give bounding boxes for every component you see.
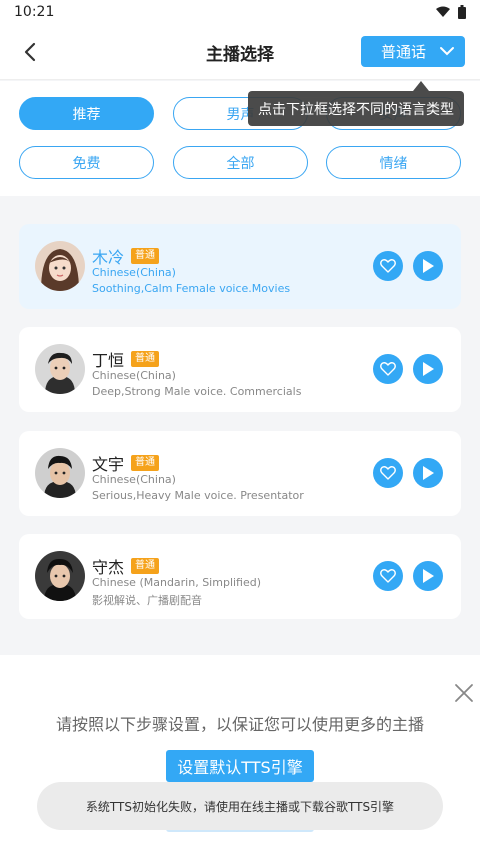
voice-name: 文宇 <box>92 455 125 474</box>
play-icon <box>423 362 434 376</box>
battery-icon <box>458 5 466 19</box>
language-select[interactable]: 普通话 <box>361 36 465 67</box>
voice-language: Chinese(China) <box>92 473 176 486</box>
voice-name: 木冷 <box>92 248 125 267</box>
voice-card[interactable]: 守杰 普通 Chinese (Mandarin, Simplified) 影视解… <box>19 534 461 619</box>
voice-badge: 普通 <box>131 248 159 264</box>
heart-icon <box>380 569 396 583</box>
wifi-icon <box>436 6 450 17</box>
favorite-button[interactable] <box>373 354 403 384</box>
app-bar: 主播选择 普通话 <box>0 26 480 80</box>
play-button[interactable] <box>413 458 443 488</box>
status-bar: 10:21 <box>0 0 480 26</box>
voice-language: Chinese(China) <box>92 369 176 382</box>
heart-icon <box>380 466 396 480</box>
favorite-button[interactable] <box>373 561 403 591</box>
tts-setup-tip: 请按照以下步骤设置，以保证您可以使用更多的主播 <box>55 715 424 734</box>
voice-description: Serious,Heavy Male voice. Presentator <box>92 489 304 502</box>
voice-badge: 普通 <box>131 351 159 367</box>
heart-icon <box>380 362 396 376</box>
filter-chip-recommended[interactable]: 推荐 <box>19 97 154 130</box>
voice-description: Soothing,Calm Female voice.Movies <box>92 282 291 295</box>
play-icon <box>423 259 434 273</box>
avatar <box>35 551 85 601</box>
filter-chip-all[interactable]: 全部 <box>173 146 308 179</box>
status-icons <box>436 5 466 19</box>
language-select-value: 普通话 <box>381 43 427 61</box>
voice-description: 影视解说、广播剧配音 <box>92 594 202 607</box>
set-default-tts-button[interactable]: 设置默认TTS引擎 <box>166 750 314 782</box>
voice-language: Chinese(China) <box>92 266 176 279</box>
error-toast: 系统TTS初始化失败，请使用在线主播或下载谷歌TTS引擎 <box>37 782 443 830</box>
avatar <box>35 241 85 291</box>
play-button[interactable] <box>413 561 443 591</box>
avatar <box>35 448 85 498</box>
play-button[interactable] <box>413 354 443 384</box>
voice-card[interactable]: 丁恒 普通 Chinese(China) Deep,Strong Male vo… <box>19 327 461 412</box>
favorite-button[interactable] <box>373 251 403 281</box>
tooltip-arrow <box>413 81 429 91</box>
close-icon <box>455 684 473 702</box>
voice-language: Chinese (Mandarin, Simplified) <box>92 576 262 589</box>
avatar <box>35 344 85 394</box>
play-button[interactable] <box>413 251 443 281</box>
voice-name: 丁恒 <box>92 351 125 370</box>
filter-chip-free[interactable]: 免费 <box>19 146 154 179</box>
voice-card[interactable]: 木冷 普通 Chinese(China) Soothing,Calm Femal… <box>19 224 461 309</box>
status-time: 10:21 <box>14 4 55 20</box>
favorite-button[interactable] <box>373 458 403 488</box>
voice-card[interactable]: 文宇 普通 Chinese(China) Serious,Heavy Male … <box>19 431 461 516</box>
play-icon <box>423 466 434 480</box>
heart-icon <box>380 259 396 273</box>
voice-description: Deep,Strong Male voice. Commercials <box>92 385 302 398</box>
chevron-down-icon <box>440 47 454 56</box>
filter-chip-emotion[interactable]: 情绪 <box>326 146 461 179</box>
voice-name: 守杰 <box>92 558 125 577</box>
voice-badge: 普通 <box>131 455 159 471</box>
play-icon <box>423 569 434 583</box>
close-button[interactable] <box>452 681 476 705</box>
voice-badge: 普通 <box>131 558 159 574</box>
language-tooltip: 点击下拉框选择不同的语言类型 <box>248 91 464 126</box>
